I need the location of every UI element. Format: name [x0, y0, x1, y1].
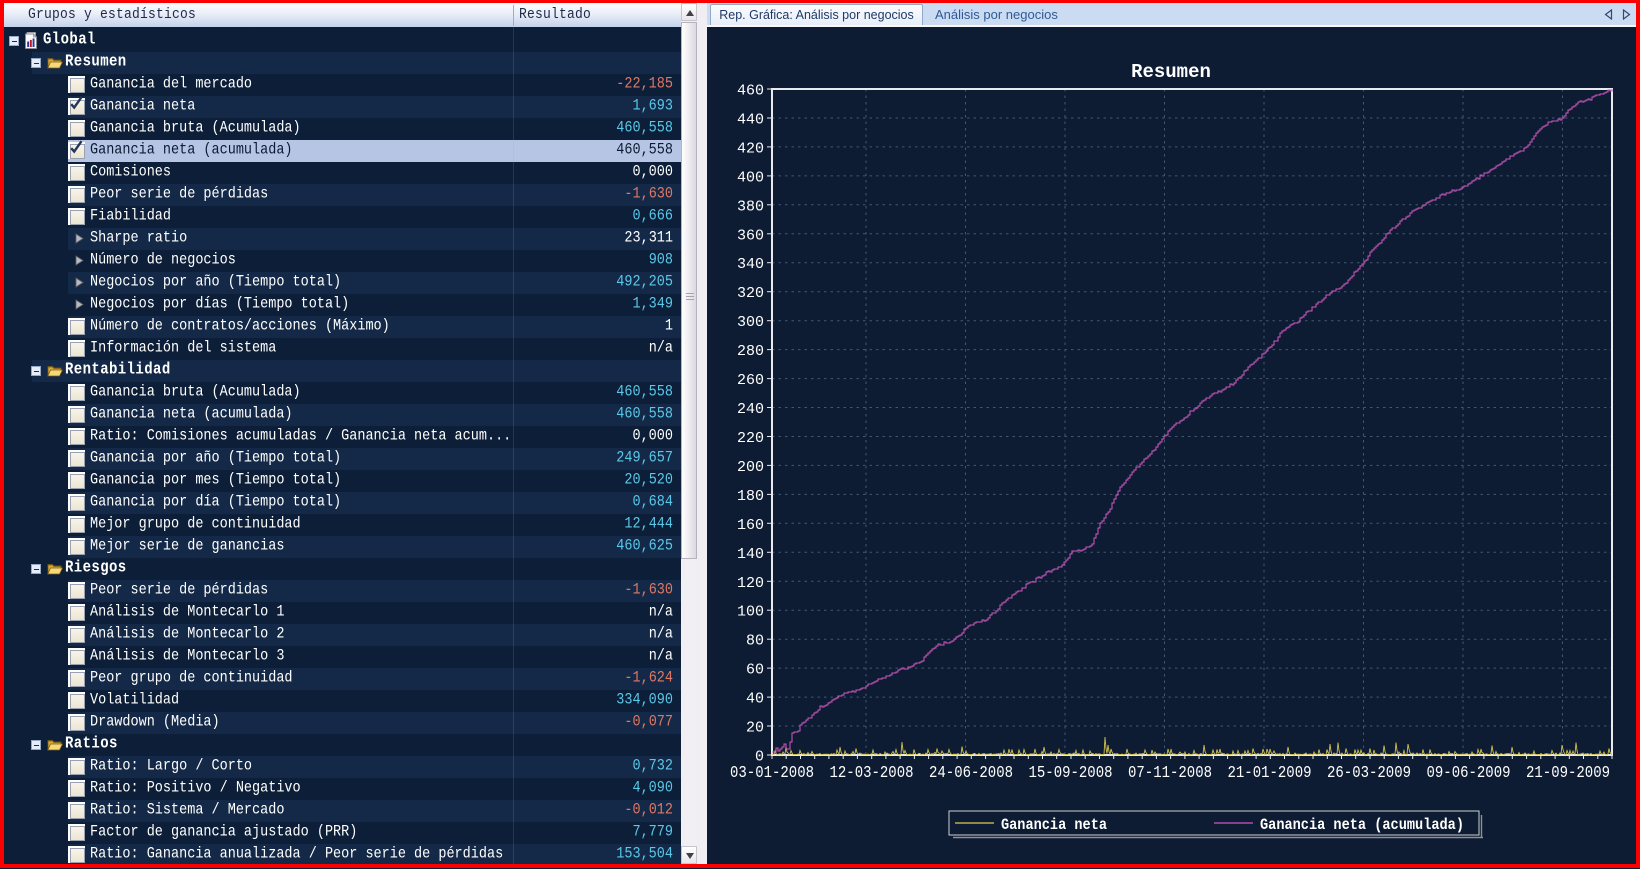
svg-text:21-09-2009: 21-09-2009	[1526, 763, 1610, 782]
svg-text:160: 160	[737, 517, 764, 534]
svg-text:09-06-2009: 09-06-2009	[1427, 763, 1511, 782]
svg-text:26-03-2009: 26-03-2009	[1327, 763, 1411, 782]
svg-text:Resumen: Resumen	[1131, 61, 1211, 83]
svg-text:380: 380	[737, 198, 764, 215]
svg-text:400: 400	[737, 169, 764, 186]
svg-text:15-09-2008: 15-09-2008	[1029, 763, 1113, 782]
svg-text:Ganancia neta: Ganancia neta	[1001, 816, 1107, 834]
svg-text:80: 80	[746, 633, 764, 650]
svg-text:340: 340	[737, 256, 764, 273]
svg-text:260: 260	[737, 372, 764, 389]
svg-text:60: 60	[746, 662, 764, 679]
svg-text:20: 20	[746, 720, 764, 737]
svg-text:140: 140	[737, 546, 764, 563]
svg-text:Ganancia neta (acumulada): Ganancia neta (acumulada)	[1260, 816, 1464, 834]
svg-text:120: 120	[737, 575, 764, 592]
svg-text:03-01-2008: 03-01-2008	[730, 763, 814, 782]
svg-text:360: 360	[737, 227, 764, 244]
svg-text:180: 180	[737, 488, 764, 505]
svg-text:280: 280	[737, 343, 764, 360]
svg-text:220: 220	[737, 430, 764, 447]
svg-text:100: 100	[737, 604, 764, 621]
svg-text:40: 40	[746, 691, 764, 708]
svg-text:320: 320	[737, 285, 764, 302]
svg-text:21-01-2009: 21-01-2009	[1228, 763, 1312, 782]
svg-text:200: 200	[737, 459, 764, 476]
svg-text:460: 460	[737, 83, 764, 100]
svg-text:300: 300	[737, 314, 764, 331]
svg-text:240: 240	[737, 401, 764, 418]
svg-text:420: 420	[737, 140, 764, 157]
svg-text:440: 440	[737, 112, 764, 129]
svg-text:24-06-2008: 24-06-2008	[929, 763, 1013, 782]
svg-text:12-03-2008: 12-03-2008	[830, 763, 914, 782]
svg-text:07-11-2008: 07-11-2008	[1128, 763, 1212, 782]
